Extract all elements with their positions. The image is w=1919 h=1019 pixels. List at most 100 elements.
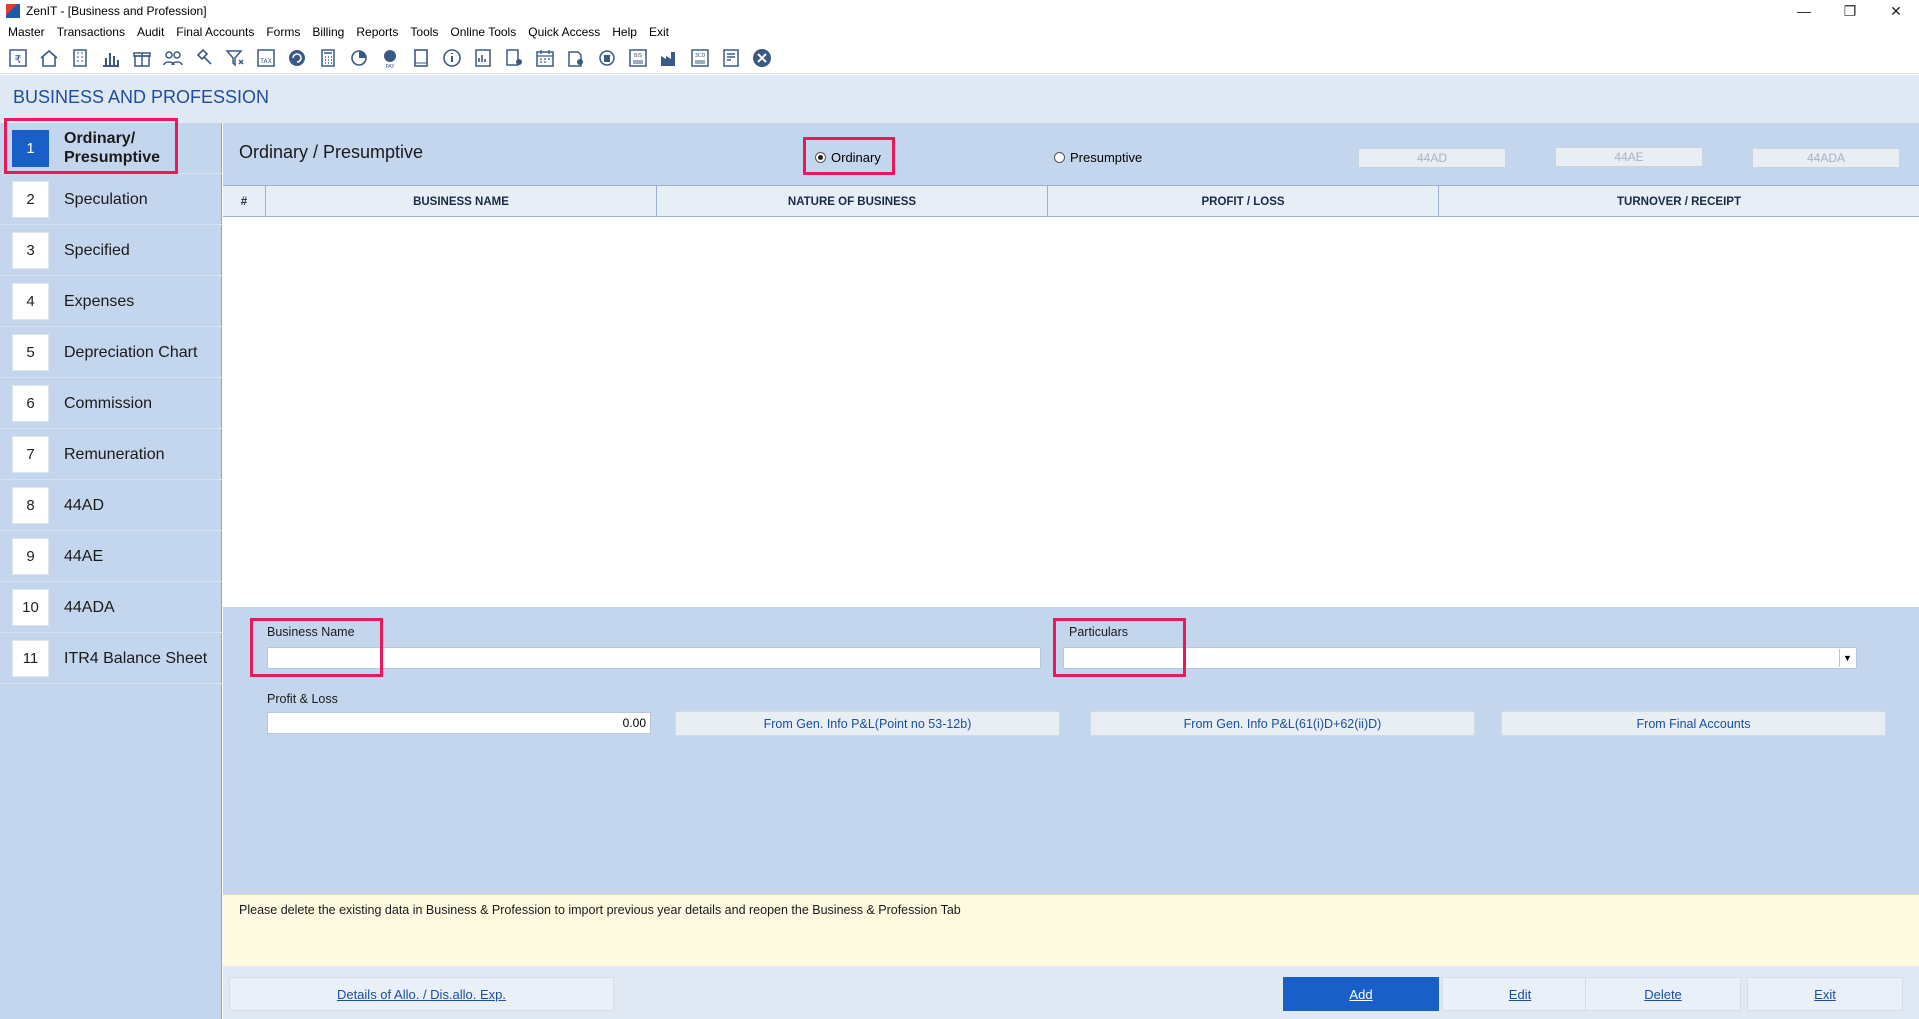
nav-label: Speculation [64, 190, 148, 208]
profit-loss-input[interactable] [267, 712, 651, 734]
svg-text:3CD: 3CD [694, 53, 705, 59]
nav-item-itr4-balance-sheet[interactable]: 11 ITR4 Balance Sheet [0, 633, 222, 684]
profit-loss-label: Profit & Loss [267, 692, 338, 706]
nav-label: 44AD [64, 496, 105, 514]
col-header-profit-loss[interactable]: PROFIT / LOSS [1048, 186, 1439, 217]
nav-item-44ae[interactable]: 9 44AE [0, 531, 222, 582]
from-gen-info-61-button[interactable]: From Gen. Info P&L(61(i)D+62(ii)D) [1090, 711, 1475, 736]
nav-num: 6 [12, 384, 49, 422]
users-icon[interactable] [159, 45, 186, 71]
nav-item-depreciation-chart[interactable]: 5 Depreciation Chart [0, 327, 222, 378]
from-gen-info-53-button[interactable]: From Gen. Info P&L(Point no 53-12b) [675, 711, 1060, 736]
menu-audit[interactable]: Audit [131, 25, 170, 39]
calculator-icon[interactable] [314, 45, 341, 71]
report-icon[interactable] [469, 45, 496, 71]
col-header-index[interactable]: # [223, 186, 266, 217]
nav-num: 7 [12, 435, 49, 473]
book-icon[interactable] [407, 45, 434, 71]
info-icon[interactable] [438, 45, 465, 71]
pie-icon[interactable] [345, 45, 372, 71]
col-header-business-name[interactable]: BUSINESS NAME [266, 186, 657, 217]
nav-item-commission[interactable]: 6 Commission [0, 378, 222, 429]
bar-chart-icon[interactable] [97, 45, 124, 71]
menu-exit[interactable]: Exit [643, 25, 675, 39]
title-bar: ZenIT - [Business and Profession] — ❐ ✕ [0, 0, 1919, 22]
menu-final-accounts[interactable]: Final Accounts [170, 25, 260, 39]
edit-button[interactable]: Edit [1442, 977, 1598, 1011]
refresh-icon[interactable] [283, 45, 310, 71]
close-circle-icon[interactable] [748, 45, 775, 71]
menu-reports[interactable]: Reports [350, 25, 404, 39]
pay-icon[interactable]: PAY [376, 45, 403, 71]
document-user-icon[interactable] [500, 45, 527, 71]
left-nav: 1 Ordinary/ Presumptive 2 Speculation 3 … [0, 118, 222, 1019]
nav-label: Depreciation Chart [64, 343, 198, 361]
info-message: Please delete the existing data in Busin… [239, 903, 961, 917]
radio-presumptive[interactable]: Presumptive [1054, 150, 1142, 165]
nav-item-speculation[interactable]: 2 Speculation [0, 174, 222, 225]
nav-num: 5 [12, 333, 49, 371]
restore-button[interactable]: ❐ [1827, 0, 1873, 22]
rupee-icon[interactable]: ₹ [4, 45, 31, 71]
settings-doc-icon[interactable] [562, 45, 589, 71]
nav-num: 8 [12, 486, 49, 524]
nav-item-44ada[interactable]: 10 44ADA [0, 582, 222, 633]
table-header: # BUSINESS NAME NATURE OF BUSINESS PROFI… [223, 186, 1919, 217]
btn-44ae[interactable]: 44AE [1555, 147, 1703, 167]
bis-icon[interactable]: BIS [624, 45, 651, 71]
nav-num: 2 [12, 180, 49, 218]
svg-text:₹: ₹ [14, 53, 21, 66]
nav-num: 4 [12, 282, 49, 320]
menu-forms[interactable]: Forms [260, 25, 306, 39]
nav-label: Remuneration [64, 445, 165, 463]
3cd-icon[interactable]: 3CD [686, 45, 713, 71]
nav-item-remuneration[interactable]: 7 Remuneration [0, 429, 222, 480]
nav-label: 44AE [64, 547, 104, 565]
building-icon[interactable] [66, 45, 93, 71]
business-name-input[interactable] [267, 647, 1041, 669]
col-header-turnover-receipt[interactable]: TURNOVER / RECEIPT [1439, 186, 1919, 217]
menu-tools[interactable]: Tools [404, 25, 444, 39]
details-allo-disallo-button[interactable]: Details of Allo. / Dis.allo. Exp. [229, 977, 614, 1011]
nav-label: 44ADA [64, 598, 115, 616]
factory-icon[interactable] [655, 45, 682, 71]
gift-icon[interactable] [128, 45, 155, 71]
section-title: Ordinary / Presumptive [239, 142, 424, 162]
btn-44ad[interactable]: 44AD [1358, 148, 1506, 168]
filter-icon[interactable] [221, 45, 248, 71]
calendar-icon[interactable] [531, 45, 558, 71]
menu-quick-access[interactable]: Quick Access [522, 25, 606, 39]
home-icon[interactable] [35, 45, 62, 71]
menu-transactions[interactable]: Transactions [51, 25, 131, 39]
ledger-icon[interactable] [717, 45, 744, 71]
menu-master[interactable]: Master [2, 25, 51, 39]
delete-button[interactable]: Delete [1585, 977, 1741, 1011]
minimize-button[interactable]: — [1781, 0, 1827, 22]
svg-text:BIS: BIS [633, 53, 641, 59]
app-logo-icon [6, 4, 20, 18]
business-table[interactable]: # BUSINESS NAME NATURE OF BUSINESS PROFI… [223, 185, 1919, 607]
menu-help[interactable]: Help [606, 25, 643, 39]
nav-item-expenses[interactable]: 4 Expenses [0, 276, 222, 327]
nav-item-specified[interactable]: 3 Specified [0, 225, 222, 276]
tax-icon[interactable]: TAX [252, 45, 279, 71]
highlight-box [803, 137, 895, 175]
nav-num: 11 [12, 639, 49, 677]
gavel-icon[interactable] [190, 45, 217, 71]
main-content: Ordinary / Presumptive Ordinary Presumpt… [223, 123, 1919, 1019]
menu-billing[interactable]: Billing [306, 25, 350, 39]
add-button[interactable]: Add [1283, 977, 1439, 1011]
nav-item-44ad[interactable]: 8 44AD [0, 480, 222, 531]
toolbar: ₹ TAX PAY BIS 3CD [0, 42, 1919, 74]
sync-doc-icon[interactable] [593, 45, 620, 71]
module-title: BUSINESS AND PROFESSION [13, 87, 270, 107]
col-header-nature-of-business[interactable]: NATURE OF BUSINESS [657, 186, 1048, 217]
chevron-down-icon[interactable]: ▼ [1839, 649, 1855, 667]
close-button[interactable]: ✕ [1873, 0, 1919, 22]
highlight-box [4, 118, 178, 174]
btn-44ada[interactable]: 44ADA [1752, 148, 1900, 168]
exit-button[interactable]: Exit [1747, 977, 1903, 1011]
from-final-accounts-button[interactable]: From Final Accounts [1501, 711, 1886, 736]
menu-bar: Master Transactions Audit Final Accounts… [0, 22, 1919, 42]
menu-online-tools[interactable]: Online Tools [444, 25, 522, 39]
